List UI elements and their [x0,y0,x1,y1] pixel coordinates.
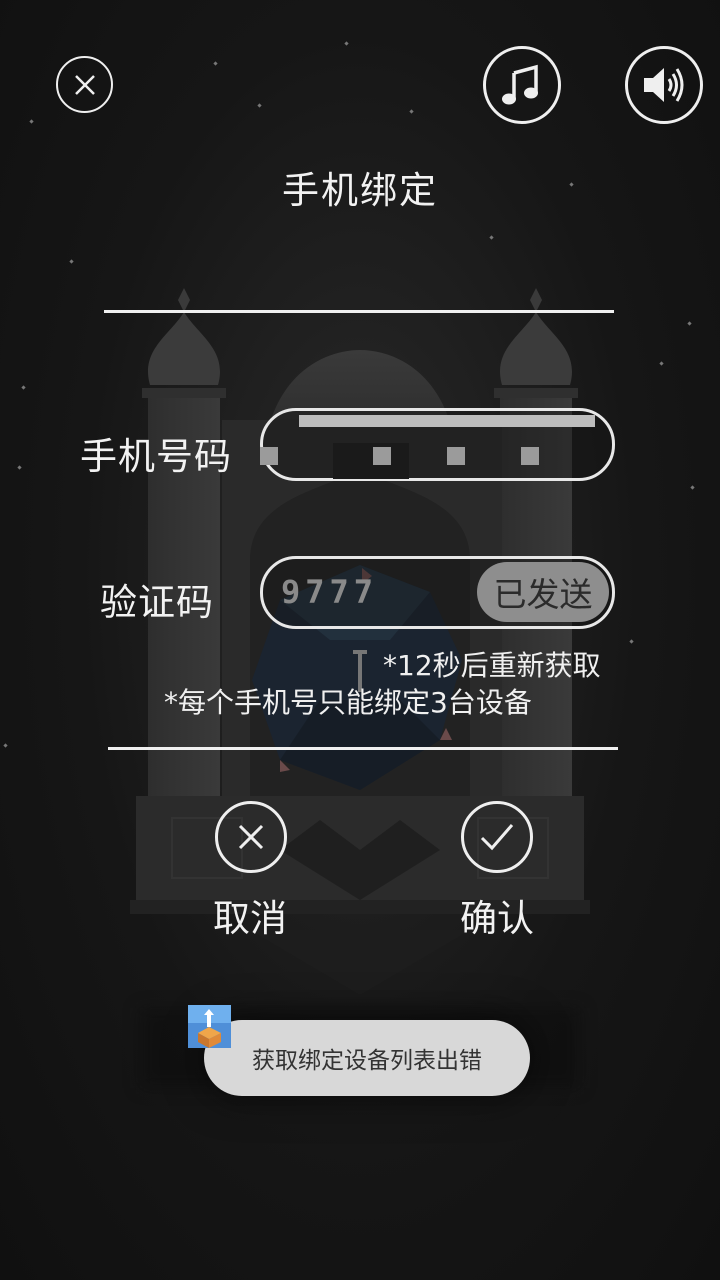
phone-mask-block [521,447,539,465]
speaker-volume-icon [644,68,684,102]
close-icon [74,74,95,95]
top-divider [104,310,614,313]
music-note-icon [502,64,538,105]
code-input[interactable]: 9777 已发送 [260,556,615,629]
phone-mask-block [260,447,278,465]
page-title: 手机绑定 [282,169,438,212]
phone-mask-bar [299,415,595,427]
confirm-button[interactable] [461,801,533,873]
bottom-divider [108,747,618,750]
sound-toggle-button[interactable] [625,46,703,124]
device-limit-note: *每个手机号只能绑定3台设备 [164,686,532,719]
monument-valley-app-icon [188,1005,231,1048]
cancel-label[interactable]: 取消 [190,888,310,942]
send-code-button-label: 已发送 [493,575,593,614]
confirm-label[interactable]: 确认 [437,888,557,942]
code-label: 验证码 [100,581,214,624]
toast-message: 获取绑定设备列表出错 [252,1048,482,1074]
phone-label: 手机号码 [80,435,232,478]
cancel-button[interactable] [215,801,287,873]
check-icon [480,824,514,851]
phone-mask-block [447,447,465,465]
phone-mask-block [373,447,391,465]
code-value: 9777 [281,573,379,611]
send-code-button[interactable]: 已发送 [477,562,609,622]
phone-mask-block [333,443,409,479]
resend-countdown: *12秒后重新获取 [383,649,601,682]
phone-input[interactable] [260,408,615,481]
music-toggle-button[interactable] [483,46,561,124]
close-icon [238,824,264,850]
toast: 获取绑定设备列表出错 [204,1020,530,1096]
close-button[interactable] [56,56,113,113]
